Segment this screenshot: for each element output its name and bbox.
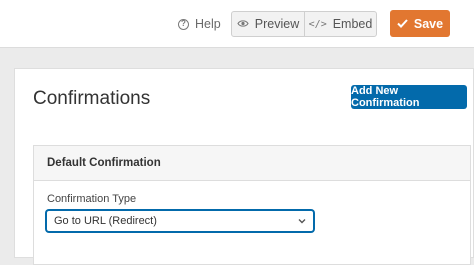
preview-embed-group: Preview </> Embed (231, 11, 377, 37)
card-header: Default Confirmation (34, 146, 470, 181)
default-confirmation-card: Default Confirmation Confirmation Type G… (33, 145, 471, 265)
embed-label: Embed (332, 17, 373, 31)
confirmation-type-label: Confirmation Type (47, 193, 137, 205)
save-label: Save (413, 16, 444, 31)
select-value: Go to URL (Redirect) (54, 215, 157, 227)
confirmations-panel: Confirmations Add New Confirmation Defau… (14, 68, 474, 265)
top-toolbar: ? Help Preview </> Embed Save (0, 0, 474, 48)
code-icon: </> (308, 18, 327, 30)
help-icon: ? (178, 18, 189, 30)
confirmation-type-select[interactable]: Go to URL (Redirect) (46, 210, 314, 232)
chevron-down-icon (297, 216, 307, 229)
help-link[interactable]: ? Help (178, 13, 221, 35)
add-new-confirmation-button[interactable]: Add New Confirmation (351, 85, 467, 109)
eye-icon (237, 17, 249, 31)
preview-label: Preview (254, 17, 300, 31)
embed-button[interactable]: </> Embed (305, 12, 376, 36)
checkmark-icon (397, 17, 408, 31)
page-title: Confirmations (33, 88, 151, 109)
preview-button[interactable]: Preview (232, 12, 305, 36)
help-label: Help (195, 17, 221, 31)
save-button[interactable]: Save (390, 10, 450, 37)
